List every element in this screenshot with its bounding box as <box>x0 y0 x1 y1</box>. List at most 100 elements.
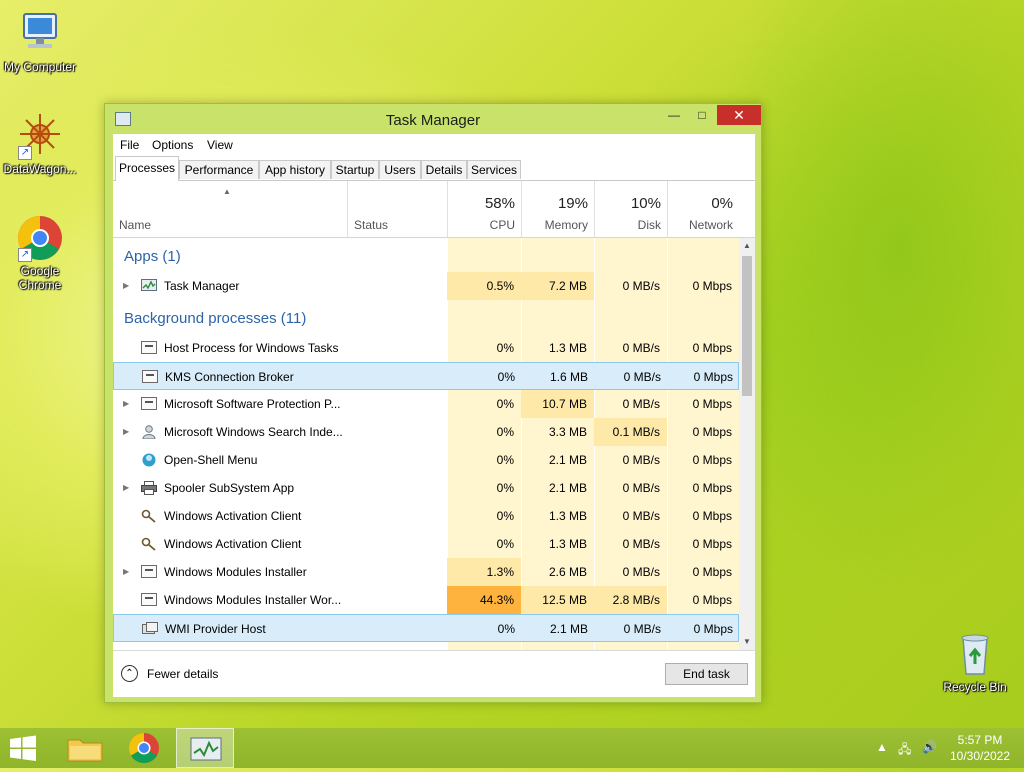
column-name[interactable]: Name <box>113 181 347 237</box>
scroll-up-icon[interactable]: ▲ <box>739 238 755 254</box>
process-row[interactable]: ▶ Microsoft Windows Search Inde... 0% 3.3 M… <box>113 418 739 446</box>
expand-arrow-icon[interactable]: ▶ <box>123 281 129 290</box>
column-header-row: ▲ Name Status 58% CPU 19% Memory 10% Dis… <box>113 181 755 238</box>
memory-cell: 2.1 MB <box>548 453 587 467</box>
shell-icon <box>141 453 157 467</box>
column-memory[interactable]: 19% Memory <box>521 181 594 237</box>
expand-arrow-icon[interactable]: ▶ <box>123 399 129 408</box>
memory-cell: 1.6 MB <box>549 370 588 384</box>
disk-total-percent: 10% <box>630 195 661 212</box>
process-row[interactable]: Windows Modules Installer Wor... 44.3% 12.… <box>113 586 739 614</box>
process-row[interactable]: Windows Activation Client 0% 1.3 MB 0 MB/s 0… <box>113 502 739 530</box>
show-hidden-icons[interactable]: ▲ <box>876 740 888 754</box>
start-button[interactable] <box>0 728 58 768</box>
desktop-icon-recycle-bin[interactable]: Recycle Bin <box>935 630 1015 694</box>
tab-services[interactable]: Services <box>467 160 521 179</box>
process-row[interactable]: ▶ Microsoft Software Protection P... 0% 10.… <box>113 390 739 418</box>
process-name: Windows Activation Client <box>164 537 302 551</box>
fewer-details-link[interactable]: Fewer details <box>147 667 218 681</box>
process-name: KMS Connection Broker <box>165 370 294 384</box>
tab-performance[interactable]: Performance <box>179 160 259 179</box>
taskbar-chrome[interactable] <box>115 728 173 768</box>
cpu-cell: 0% <box>497 370 515 384</box>
tab-processes[interactable]: Processes <box>115 156 179 181</box>
clock[interactable]: 5:57 PM 10/30/2022 <box>938 732 1022 764</box>
task-manager-icon <box>141 279 157 292</box>
chevron-up-circle-icon[interactable]: ⌃ <box>121 665 138 682</box>
tab-app-history[interactable]: App history <box>259 160 331 179</box>
process-row[interactable]: Windows Activation Client 0% 1.3 MB 0 MB/s 0… <box>113 530 739 558</box>
close-button[interactable]: ✕ <box>717 105 761 125</box>
cpu-cell: 0% <box>496 397 514 411</box>
disk-cell: 0 MB/s <box>622 397 660 411</box>
process-name: WMI Provider Host <box>165 622 266 636</box>
disk-cell: 0 MB/s <box>622 565 660 579</box>
process-name: Open-Shell Menu <box>164 453 258 467</box>
minimize-button[interactable]: — <box>661 105 687 125</box>
desktop-icon-datawagon[interactable]: ↗ DataWagon... <box>0 112 80 176</box>
network-icon[interactable]: 🖧 <box>898 740 911 761</box>
network-total-percent: 0% <box>711 195 733 212</box>
process-row[interactable]: Open-Shell Menu 0% 2.1 MB 0 MB/s 0 Mbps <box>113 446 739 474</box>
tab-strip: Processes Performance App history Startu… <box>113 156 755 181</box>
clock-time: 5:57 PM <box>957 733 1003 747</box>
volume-icon[interactable]: 🔊 <box>922 740 937 754</box>
menu-file[interactable]: File <box>120 138 139 152</box>
desktop-icon-label: My Computer <box>3 60 77 74</box>
tab-users[interactable]: Users <box>379 160 421 179</box>
network-cell: 0 Mbps <box>692 341 732 355</box>
taskbar-task-manager[interactable] <box>176 728 234 768</box>
tab-startup[interactable]: Startup <box>331 160 379 179</box>
chrome-icon <box>128 733 159 764</box>
footer-bar: ⌃ Fewer details End task <box>113 650 755 697</box>
expand-arrow-icon[interactable]: ▶ <box>123 483 129 492</box>
process-name: Task Manager <box>164 279 240 293</box>
expand-arrow-icon[interactable]: ▶ <box>123 567 129 576</box>
process-row[interactable]: WMI Provider Host 0% 2.1 MB 0 MB/s 0 Mbps <box>113 614 739 642</box>
window-process-icon <box>141 397 157 410</box>
menu-view[interactable]: View <box>207 138 233 152</box>
task-manager-window[interactable]: Task Manager — □ ✕ File Options View Pro… <box>104 103 762 703</box>
process-name: Windows Modules Installer Wor... <box>164 593 342 607</box>
tab-details[interactable]: Details <box>421 160 467 179</box>
disk-cell: 0 MB/s <box>622 537 660 551</box>
menu-options[interactable]: Options <box>152 138 193 152</box>
disk-cell: 2.8 MB/s <box>594 586 667 614</box>
network-cell: 0 Mbps <box>692 397 732 411</box>
wmi-icon <box>142 622 158 635</box>
column-network[interactable]: 0% Network <box>667 181 739 237</box>
desktop-icon-label: Google Chrome <box>18 264 62 292</box>
title-bar[interactable]: Task Manager — □ ✕ <box>105 104 761 134</box>
network-cell: 0 Mbps <box>693 370 733 384</box>
folder-icon <box>67 739 103 762</box>
cpu-cell: 0% <box>497 622 515 636</box>
process-row[interactable]: ▶ Windows Modules Installer 1.3% 2.6 MB 0 MB… <box>113 558 739 586</box>
process-row[interactable]: ▶ Spooler SubSystem App 0% 2.1 MB 0 MB/s 0 Mb… <box>113 474 739 502</box>
windows-logo-icon <box>10 735 36 761</box>
column-status[interactable]: Status <box>347 181 447 237</box>
maximize-button[interactable]: □ <box>689 105 715 125</box>
disk-cell: 0 MB/s <box>622 279 660 293</box>
window-client: File Options View Processes Performance … <box>113 134 755 697</box>
printer-icon <box>141 481 157 495</box>
process-row[interactable]: ▶ Task Manager 0.5% 7.2 MB 0 MB/s 0 Mbps <box>113 272 739 300</box>
datawagon-icon: ↗ <box>16 112 64 160</box>
desktop-icon-my-computer[interactable]: My Computer <box>0 10 80 74</box>
column-disk[interactable]: 10% Disk <box>594 181 667 237</box>
taskbar-file-explorer[interactable] <box>56 728 114 768</box>
key-icon <box>141 537 157 551</box>
scrollbar-thumb[interactable] <box>742 256 752 396</box>
vertical-scrollbar[interactable]: ▲ ▼ <box>739 238 755 650</box>
memory-cell: 1.3 MB <box>548 341 587 355</box>
column-cpu[interactable]: 58% CPU <box>447 181 521 237</box>
process-row[interactable]: Host Process for Windows Tasks 0% 1.3 MB 0 … <box>113 334 739 362</box>
disk-cell: 0 MB/s <box>622 481 660 495</box>
expand-arrow-icon[interactable]: ▶ <box>123 427 129 436</box>
scroll-down-icon[interactable]: ▼ <box>739 634 755 650</box>
end-task-button[interactable]: End task <box>665 663 748 685</box>
disk-cell: 0.1 MB/s <box>594 418 667 446</box>
desktop-icon-google-chrome[interactable]: ↗ Google Chrome <box>0 214 80 292</box>
cpu-cell: 44.3% <box>447 586 521 614</box>
memory-cell: 1.3 MB <box>548 509 587 523</box>
process-row[interactable]: KMS Connection Broker 0% 1.6 MB 0 MB/s 0 Mbp… <box>113 362 739 390</box>
